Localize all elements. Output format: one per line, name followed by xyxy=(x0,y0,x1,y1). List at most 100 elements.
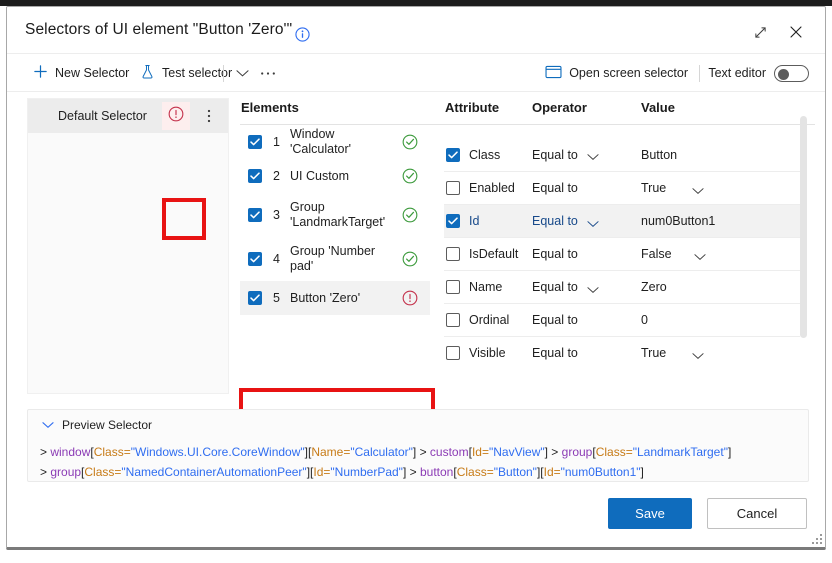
attribute-value[interactable]: Zero xyxy=(641,280,667,294)
error-circle-icon xyxy=(402,290,418,306)
element-row-4[interactable]: 4 Group 'Number pad' xyxy=(240,237,430,281)
more-options-icon[interactable] xyxy=(200,99,218,133)
element-label: Group 'Number pad' xyxy=(290,244,376,273)
text-editor-toggle[interactable] xyxy=(774,64,809,82)
attribute-name: Name xyxy=(469,280,503,294)
attribute-name: Id xyxy=(469,214,480,228)
selectors-dialog-window: Selectors of UI element "Button 'Zero'" xyxy=(6,6,826,550)
attribute-name: Class xyxy=(469,147,501,162)
new-selector-label: New Selector xyxy=(55,66,130,80)
attribute-checkbox[interactable] xyxy=(446,346,460,360)
preview-selector-line-1: > window[Class="Windows.UI.Core.CoreWind… xyxy=(40,445,732,459)
attribute-operator: Equal to xyxy=(532,147,578,162)
element-label: UI Custom xyxy=(290,168,350,183)
element-checkbox[interactable] xyxy=(248,208,262,222)
attribute-checkbox[interactable] xyxy=(446,214,460,228)
element-label: Window 'Calculator' xyxy=(290,127,352,156)
attributes-scrollbar[interactable] xyxy=(800,116,807,338)
element-checkbox[interactable] xyxy=(248,135,262,149)
attribute-name: Ordinal xyxy=(469,313,510,327)
attribute-value[interactable]: Button xyxy=(641,148,677,162)
operator-chevron-down-icon[interactable] xyxy=(587,283,599,297)
attributes-rows: Class Equal to Button Enabled Equal to T… xyxy=(444,138,800,369)
element-row-1[interactable]: 1 Window 'Calculator' xyxy=(240,125,430,159)
attribute-value[interactable]: num0Button1 xyxy=(641,214,715,228)
operator-chevron-down-icon[interactable] xyxy=(587,217,599,231)
attribute-checkbox[interactable] xyxy=(446,181,460,195)
dialog-body: Default Selector Elements 1 Window 'Calc… xyxy=(7,92,825,489)
attribute-name: Visible xyxy=(469,346,506,360)
attribute-operator: Equal to xyxy=(532,214,578,228)
attribute-row-class[interactable]: Class Equal to Button xyxy=(444,138,800,171)
cancel-button[interactable]: Cancel xyxy=(707,498,807,529)
attribute-checkbox[interactable] xyxy=(446,147,460,162)
text-editor-label: Text editor xyxy=(708,66,766,80)
attribute-checkbox[interactable] xyxy=(446,247,460,261)
value-chevron-down-icon[interactable] xyxy=(692,349,704,363)
toggle-knob xyxy=(778,68,789,80)
preview-selector-line-2: > group[Class="NamedContainerAutomationP… xyxy=(40,465,644,479)
element-checkbox[interactable] xyxy=(248,291,262,305)
toolbar-divider xyxy=(223,65,224,82)
column-header-attribute: Attribute xyxy=(445,100,500,115)
attribute-row-visible[interactable]: Visible Equal to True xyxy=(444,336,800,369)
value-chevron-down-icon[interactable] xyxy=(692,184,704,198)
open-screen-selector-label: Open screen selector xyxy=(569,66,688,80)
attribute-row-enabled[interactable]: Enabled Equal to True xyxy=(444,171,800,204)
preview-selector-code: > window[Class="Windows.UI.Core.CoreWind… xyxy=(40,442,800,482)
check-circle-icon xyxy=(402,134,418,150)
attribute-name: Enabled xyxy=(469,181,515,195)
close-icon[interactable] xyxy=(781,19,811,45)
element-checkbox[interactable] xyxy=(248,252,262,266)
attributes-header-row: Attribute Operator Value xyxy=(444,100,809,126)
elements-column: Elements 1 Window 'Calculator' 2 UI Cust… xyxy=(240,100,815,315)
element-index: 5 xyxy=(273,291,280,305)
chevron-down-icon[interactable] xyxy=(229,54,255,92)
element-index: 1 xyxy=(273,135,280,149)
attribute-row-id[interactable]: Id Equal to num0Button1 xyxy=(444,204,800,237)
element-row-2[interactable]: 2 UI Custom xyxy=(240,159,430,193)
info-circle-icon[interactable] xyxy=(295,27,310,47)
check-circle-icon xyxy=(402,168,418,184)
column-header-value: Value xyxy=(641,100,675,115)
selector-error-badge[interactable] xyxy=(162,102,190,130)
attribute-row-ordinal[interactable]: Ordinal Equal to 0 xyxy=(444,303,800,336)
test-selector-button[interactable]: Test selector xyxy=(140,54,232,92)
save-button[interactable]: Save xyxy=(608,498,692,529)
dialog-toolbar: New Selector Test selector Open screen s… xyxy=(7,54,825,92)
attribute-value[interactable]: True xyxy=(641,181,666,195)
element-label: Group 'LandmarkTarget' xyxy=(290,200,386,229)
element-row-5[interactable]: 5 Button 'Zero' xyxy=(240,281,430,315)
selector-list-item-default[interactable]: Default Selector xyxy=(28,99,228,133)
attribute-operator: Equal to xyxy=(532,313,578,327)
element-checkbox[interactable] xyxy=(248,169,262,183)
attributes-table: Attribute Operator Value Class Equal to xyxy=(444,100,809,369)
value-chevron-down-icon[interactable] xyxy=(694,250,706,264)
open-screen-selector-button[interactable]: Open screen selector xyxy=(545,54,688,92)
check-circle-icon xyxy=(402,207,418,223)
attribute-checkbox[interactable] xyxy=(446,313,460,327)
attribute-operator: Equal to xyxy=(532,346,578,360)
operator-chevron-down-icon[interactable] xyxy=(587,150,599,164)
attribute-value[interactable]: 0 xyxy=(641,313,648,327)
preview-selector-label: Preview Selector xyxy=(62,418,153,432)
preview-selector-toggle[interactable]: Preview Selector xyxy=(42,418,152,432)
element-index: 3 xyxy=(273,208,280,222)
attribute-value[interactable]: True xyxy=(641,346,666,360)
attribute-row-isdefault[interactable]: IsDefault Equal to False xyxy=(444,237,800,270)
expand-icon[interactable] xyxy=(745,19,775,45)
attribute-name: IsDefault xyxy=(469,247,519,261)
attribute-checkbox[interactable] xyxy=(446,280,460,294)
text-editor-toggle-group: Text editor xyxy=(708,54,809,92)
attribute-operator: Equal to xyxy=(532,280,578,294)
selector-list-item-label: Default Selector xyxy=(58,109,147,123)
element-row-3[interactable]: 3 Group 'LandmarkTarget' xyxy=(240,193,430,237)
elements-header: Elements xyxy=(241,100,299,115)
attribute-value[interactable]: False xyxy=(641,247,672,261)
element-index: 4 xyxy=(273,252,280,266)
element-label: Button 'Zero' xyxy=(290,290,361,305)
ellipsis-icon[interactable] xyxy=(255,54,281,92)
resize-grip-icon[interactable] xyxy=(810,532,822,544)
new-selector-button[interactable]: New Selector xyxy=(33,54,129,92)
attribute-row-name[interactable]: Name Equal to Zero xyxy=(444,270,800,303)
